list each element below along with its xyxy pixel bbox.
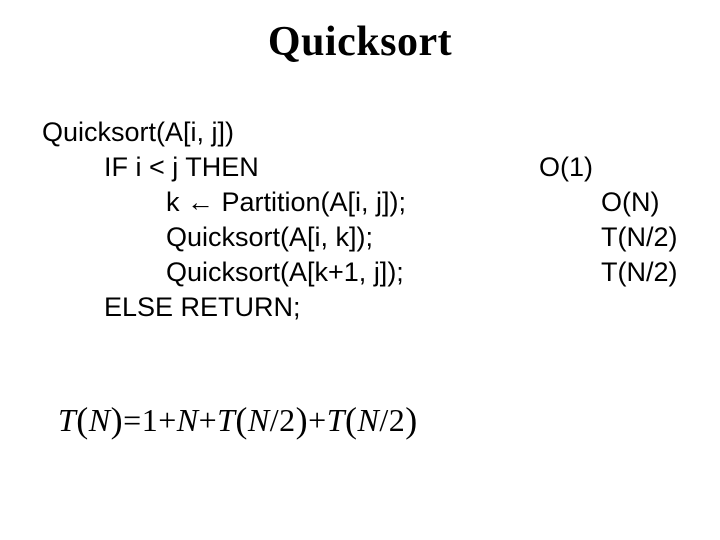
formula-lhs-arg: N (89, 402, 111, 438)
cost-text: O(N) (601, 185, 682, 220)
cost-text: T(N/2) (601, 255, 682, 290)
code-line: k ← Partition(A[i, j]); O(N) (42, 185, 682, 220)
code-text: Quicksort(A[i, j]) (42, 115, 477, 150)
code-line: ELSE RETURN; (42, 290, 682, 325)
formula-term: 1 (142, 402, 159, 438)
code-line: Quicksort(A[k+1, j]); T(N/2) (42, 255, 682, 290)
code-text: ELSE RETURN; (42, 290, 539, 325)
code-line: Quicksort(A[i, k]); T(N/2) (42, 220, 682, 255)
cost-text: T(N/2) (601, 220, 682, 255)
recurrence-formula: T(N)=1+N+T(N/2)+T(N/2) (58, 398, 418, 440)
pseudocode-block: Quicksort(A[i, j]) IF i < j THEN O(1) k … (42, 115, 682, 326)
cost-text: O(1) (539, 150, 682, 185)
slide-title: Quicksort (0, 18, 720, 66)
code-line: IF i < j THEN O(1) (42, 150, 682, 185)
code-text: Quicksort(A[i, k]); (42, 220, 601, 255)
code-text: Quicksort(A[k+1, j]); (42, 255, 601, 290)
slide: Quicksort Quicksort(A[i, j]) IF i < j TH… (0, 0, 720, 540)
code-text: IF i < j THEN (42, 150, 539, 185)
code-line: Quicksort(A[i, j]) (42, 115, 682, 150)
formula-lhs-var: T (58, 402, 76, 438)
code-text: k ← Partition(A[i, j]); (42, 185, 601, 220)
formula-term: N (177, 402, 199, 438)
